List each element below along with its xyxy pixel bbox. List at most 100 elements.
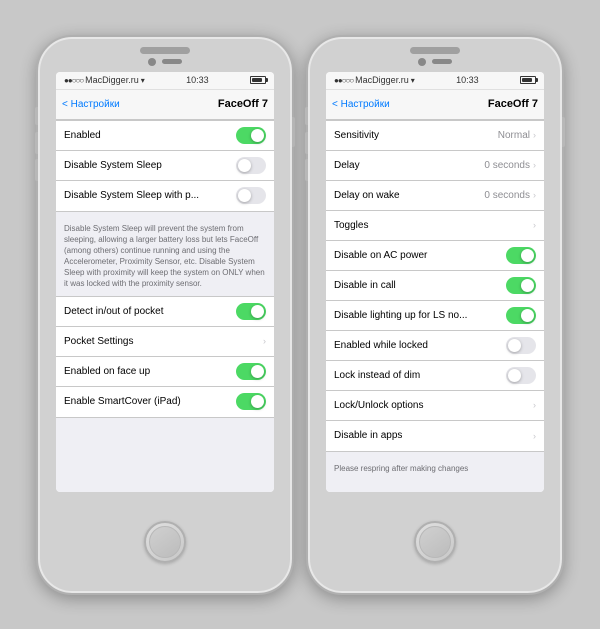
toggle-disable-sleep-prox[interactable] — [236, 187, 266, 204]
row-disable-sleep[interactable]: Disable System Sleep — [56, 151, 274, 181]
toggle-face-up[interactable] — [236, 363, 266, 380]
row-sensitivity-label: Sensitivity — [334, 130, 498, 141]
row-disable-call[interactable]: Disable in call — [326, 271, 544, 301]
time-label-1: 10:33 — [186, 75, 209, 85]
row-toggles[interactable]: Toggles › — [326, 211, 544, 241]
phone-top-2 — [308, 37, 562, 68]
toggle-knob-disable-call — [521, 279, 534, 292]
chevron-delay: › — [533, 160, 536, 170]
row-lock-dim[interactable]: Lock instead of dim — [326, 361, 544, 391]
status-bar-1: ●●○○○ MacDigger.ru ▾ 10:33 — [56, 72, 274, 90]
row-disable-apps[interactable]: Disable in apps › — [326, 421, 544, 451]
row-toggles-label: Toggles — [334, 220, 533, 231]
speaker — [140, 47, 190, 54]
row-lock-unlock[interactable]: Lock/Unlock options › — [326, 391, 544, 421]
toggle-knob-disable-lighting — [521, 309, 534, 322]
battery-icon-2 — [520, 76, 536, 84]
chevron-pocket-settings: › — [263, 336, 266, 346]
description-text-1: Disable System Sleep will prevent the sy… — [64, 224, 265, 289]
power-button — [292, 117, 295, 147]
row-disable-ac[interactable]: Disable on AC power — [326, 241, 544, 271]
settings-list-2: Sensitivity Normal › Delay 0 seconds › D… — [326, 120, 544, 492]
description-block-1: Disable System Sleep will prevent the sy… — [56, 218, 274, 296]
home-button-inner-2 — [419, 526, 451, 558]
sensor-2 — [432, 59, 452, 64]
toggle-lock-dim[interactable] — [506, 367, 536, 384]
toggle-disable-lighting[interactable] — [506, 307, 536, 324]
toggle-knob-disable-ac — [521, 249, 534, 262]
row-enabled[interactable]: Enabled — [56, 121, 274, 151]
row-disable-call-label: Disable in call — [334, 280, 506, 291]
phone-1: ●●○○○ MacDigger.ru ▾ 10:33 < Настройки F… — [36, 35, 294, 595]
toggle-knob-disable-sleep — [238, 159, 251, 172]
phones-container: ●●○○○ MacDigger.ru ▾ 10:33 < Настройки F… — [26, 25, 574, 605]
toggle-knob-disable-sleep-prox — [238, 189, 251, 202]
volume-up-button-2 — [305, 132, 308, 154]
front-camera — [148, 58, 156, 66]
signal-icon-1: ●●○○○ — [64, 76, 83, 85]
battery-icon-1 — [250, 76, 266, 84]
phone-2: ●●○○○ MacDigger.ru ▾ 10:33 < Настройки F… — [306, 35, 564, 595]
row-pocket-settings-label: Pocket Settings — [64, 336, 263, 347]
toggle-detect-pocket[interactable] — [236, 303, 266, 320]
toggle-disable-sleep[interactable] — [236, 157, 266, 174]
row-detect-pocket-label: Detect in/out of pocket — [64, 306, 236, 317]
row-detect-pocket[interactable]: Detect in/out of pocket — [56, 297, 274, 327]
chevron-delay-wake: › — [533, 190, 536, 200]
row-smart-cover-label: Enable SmartCover (iPad) — [64, 396, 236, 407]
row-lock-unlock-label: Lock/Unlock options — [334, 400, 533, 411]
chevron-lock-unlock: › — [533, 400, 536, 410]
back-button-1[interactable]: < Настройки — [62, 99, 120, 110]
toggle-knob-enabled-locked — [508, 339, 521, 352]
signal-icon-2: ●●○○○ — [334, 76, 353, 85]
status-right-2 — [520, 76, 536, 84]
row-enabled-locked[interactable]: Enabled while locked — [326, 331, 544, 361]
home-button-area-2 — [414, 492, 456, 593]
row-disable-lighting[interactable]: Disable lighting up for LS no... — [326, 301, 544, 331]
rows-group-phone2: Sensitivity Normal › Delay 0 seconds › D… — [326, 120, 544, 452]
row-sensitivity[interactable]: Sensitivity Normal › — [326, 121, 544, 151]
phone-2-screen: ●●○○○ MacDigger.ru ▾ 10:33 < Настройки F… — [326, 72, 544, 492]
toggle-knob-smart-cover — [251, 395, 264, 408]
toggle-smart-cover[interactable] — [236, 393, 266, 410]
speaker-2 — [410, 47, 460, 54]
row-pocket-settings[interactable]: Pocket Settings › — [56, 327, 274, 357]
toggle-disable-ac[interactable] — [506, 247, 536, 264]
home-button-area-1 — [144, 492, 186, 593]
mute-switch-2 — [305, 107, 308, 125]
home-button-1[interactable] — [144, 521, 186, 563]
row-delay-label: Delay — [334, 160, 484, 171]
row-delay-wake-value: 0 seconds — [484, 190, 530, 201]
toggle-knob-lock-dim — [508, 369, 521, 382]
volume-up-button — [35, 132, 38, 154]
status-right-1 — [250, 76, 266, 84]
toggle-knob-enabled — [251, 129, 264, 142]
front-camera-2 — [418, 58, 426, 66]
row-lock-dim-label: Lock instead of dim — [334, 370, 506, 381]
row-smart-cover[interactable]: Enable SmartCover (iPad) — [56, 387, 274, 417]
status-bar-2: ●●○○○ MacDigger.ru ▾ 10:33 — [326, 72, 544, 90]
row-delay-wake-label: Delay on wake — [334, 190, 484, 201]
toggle-knob-detect-pocket — [251, 305, 264, 318]
row-delay-wake[interactable]: Delay on wake 0 seconds › — [326, 181, 544, 211]
toggle-enabled[interactable] — [236, 127, 266, 144]
row-delay[interactable]: Delay 0 seconds › — [326, 151, 544, 181]
row-face-up[interactable]: Enabled on face up — [56, 357, 274, 387]
back-label-2: < Настройки — [332, 99, 390, 110]
home-button-inner-1 — [149, 526, 181, 558]
row-disable-sleep-prox-label: Disable System Sleep with p... — [64, 190, 236, 201]
volume-down-button-2 — [305, 159, 308, 181]
toggle-disable-call[interactable] — [506, 277, 536, 294]
time-label-2: 10:33 — [456, 75, 479, 85]
footer-label-2: Please respring after making changes — [334, 464, 468, 473]
toggle-enabled-locked[interactable] — [506, 337, 536, 354]
nav-title-2: FaceOff 7 — [488, 98, 538, 110]
camera-row — [148, 58, 182, 66]
back-button-2[interactable]: < Настройки — [332, 99, 390, 110]
nav-bar-2: < Настройки FaceOff 7 — [326, 90, 544, 120]
home-button-2[interactable] — [414, 521, 456, 563]
row-disable-sleep-prox[interactable]: Disable System Sleep with p... — [56, 181, 274, 211]
power-button-2 — [562, 117, 565, 147]
nav-bar-1: < Настройки FaceOff 7 — [56, 90, 274, 120]
camera-row-2 — [418, 58, 452, 66]
